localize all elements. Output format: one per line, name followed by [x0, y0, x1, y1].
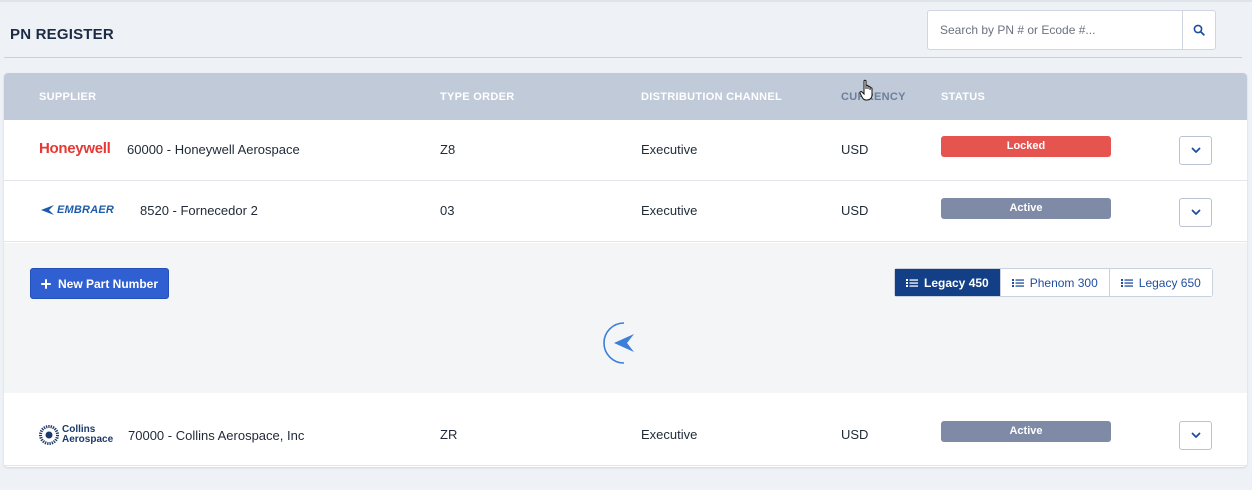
embraer-logo-text: EMBRAER — [57, 204, 115, 216]
supplier-name: 70000 - Collins Aerospace, Inc — [128, 428, 305, 443]
tab-legacy-450[interactable]: Legacy 450 — [895, 269, 1001, 296]
collins-logo: Collins Aerospace — [39, 425, 113, 445]
table-row[interactable]: Honeywell 60000 - Honeywell Aerospace Z8… — [4, 120, 1247, 181]
honeywell-logo: Honeywell — [39, 140, 111, 157]
hand-cursor-icon — [859, 79, 873, 101]
chevron-down-icon — [1191, 432, 1200, 438]
supplier-name: 8520 - Fornecedor 2 — [140, 203, 258, 218]
new-part-number-label: New Part Number — [57, 276, 159, 291]
column-supplier: SUPPLIER — [39, 91, 97, 103]
plus-icon — [40, 278, 51, 289]
expanded-row-panel: New Part Number Legacy 450 Phenom 300 Le… — [4, 243, 1247, 393]
currency: USD — [841, 203, 869, 218]
list-icon — [1120, 278, 1133, 287]
column-distribution-channel: DISTRIBUTION CHANNEL — [641, 91, 783, 103]
loading-spinner-icon — [603, 322, 634, 364]
tab-legacy-650[interactable]: Legacy 650 — [1109, 269, 1212, 296]
embraer-logo: EMBRAER — [40, 204, 114, 216]
type-order: 03 — [440, 203, 455, 218]
chevron-down-icon — [1191, 209, 1200, 215]
type-order: ZR — [440, 427, 458, 442]
expand-row-button[interactable] — [1179, 198, 1212, 227]
list-icon — [906, 278, 918, 287]
expand-row-button[interactable] — [1179, 136, 1212, 165]
currency: USD — [841, 142, 869, 157]
status-badge: Active — [941, 421, 1111, 442]
table-header: SUPPLIER TYPE ORDER DISTRIBUTION CHANNEL… — [4, 73, 1247, 120]
tab-label: Legacy 650 — [1138, 275, 1201, 290]
status-badge: Locked — [941, 136, 1111, 157]
tab-label: Phenom 300 — [1029, 275, 1098, 290]
embraer-mark-icon — [41, 205, 54, 215]
distribution-channel: Executive — [641, 427, 698, 442]
search-box — [927, 10, 1216, 50]
collins-logo-text-2: Aerospace — [62, 434, 114, 445]
table-row[interactable]: Collins Aerospace 70000 - Collins Aerosp… — [4, 405, 1247, 466]
search-input[interactable] — [928, 11, 1182, 49]
page-title: PN REGISTER — [10, 26, 114, 43]
currency: USD — [841, 427, 869, 442]
column-status: STATUS — [941, 91, 986, 103]
collins-mark-icon — [39, 425, 59, 445]
column-type-order: TYPE ORDER — [440, 91, 515, 103]
type-order: Z8 — [440, 142, 456, 157]
distribution-channel: Executive — [641, 203, 698, 218]
new-part-number-button[interactable]: New Part Number — [30, 268, 169, 299]
expand-row-button[interactable] — [1179, 421, 1212, 450]
pn-table: SUPPLIER TYPE ORDER DISTRIBUTION CHANNEL… — [4, 73, 1247, 467]
distribution-channel: Executive — [641, 142, 698, 157]
supplier-name: 60000 - Honeywell Aerospace — [127, 142, 300, 157]
table-row[interactable]: EMBRAER 8520 - Fornecedor 2 03 Executive… — [4, 181, 1247, 242]
search-button[interactable] — [1182, 11, 1215, 49]
tab-label: Legacy 450 — [924, 275, 989, 290]
header-divider — [4, 57, 1242, 58]
status-badge: Active — [941, 198, 1111, 219]
aircraft-tabs: Legacy 450 Phenom 300 Legacy 650 — [894, 268, 1213, 297]
search-icon — [1193, 24, 1205, 36]
chevron-down-icon — [1191, 147, 1200, 153]
list-icon — [1011, 278, 1024, 287]
top-border — [0, 0, 1252, 2]
tab-phenom-300[interactable]: Phenom 300 — [1000, 269, 1110, 296]
